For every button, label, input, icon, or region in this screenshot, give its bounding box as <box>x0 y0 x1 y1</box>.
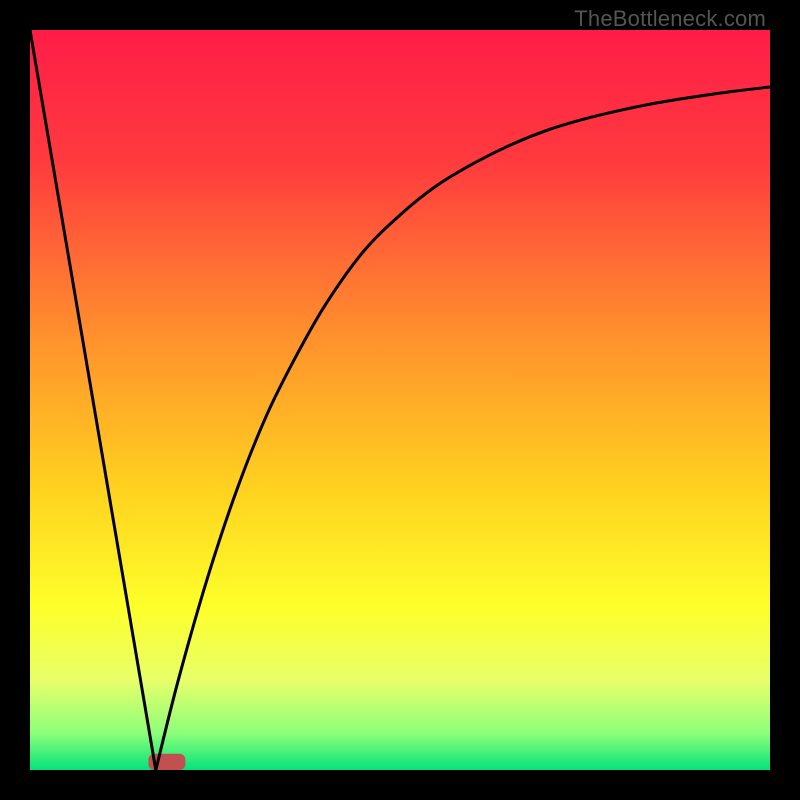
gradient-background <box>30 30 770 770</box>
chart-frame: TheBottleneck.com <box>0 0 800 800</box>
watermark-label: TheBottleneck.com <box>574 6 766 32</box>
plot-area <box>30 30 770 770</box>
chart-svg <box>30 30 770 770</box>
